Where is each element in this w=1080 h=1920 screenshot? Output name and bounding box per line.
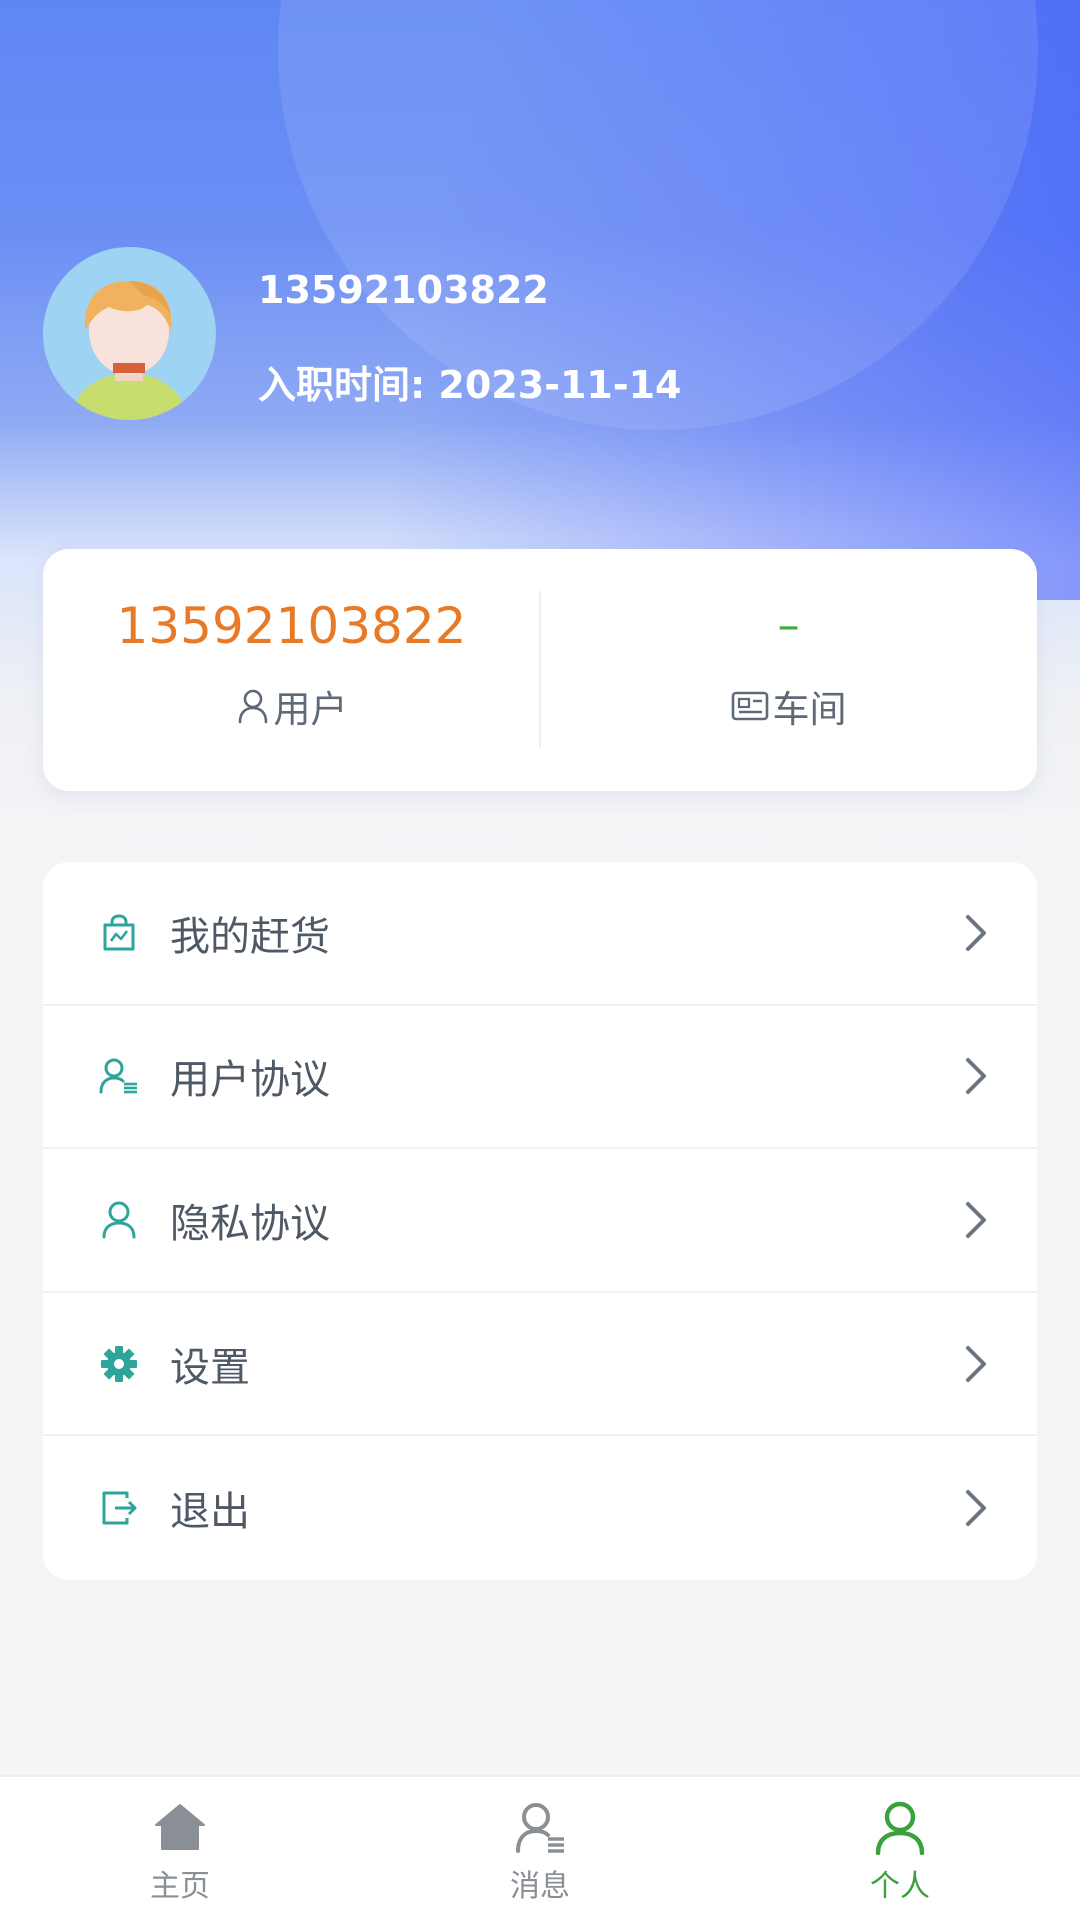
shopping-bag-icon [99, 913, 139, 953]
chevron-right-icon [966, 1345, 986, 1382]
menu-item-label: 退出 [170, 1489, 250, 1536]
person-icon [875, 1801, 925, 1855]
bottom-tab-bar: 主页 消息 个人 [0, 1775, 1080, 1920]
message-user-icon [516, 1803, 564, 1853]
chevron-right-icon [966, 1490, 986, 1527]
menu-item-label: 设置 [170, 1344, 250, 1391]
stat-user-value: 13592103822 [116, 597, 467, 655]
avatar-image [43, 247, 215, 420]
stat-workshop-label: 车间 [772, 688, 847, 731]
join-date: 入职时间: 2023-11-14 [258, 363, 682, 407]
chevron-right-icon [966, 1201, 986, 1238]
id-card-icon [731, 691, 768, 721]
menu-item-label: 我的赶货 [170, 913, 330, 960]
tab-messages[interactable]: 消息 [360, 1777, 720, 1920]
tab-profile[interactable]: 个人 [720, 1777, 1080, 1920]
gear-icon [99, 1344, 139, 1384]
menu-item-settings[interactable]: 设置 [43, 1293, 1037, 1437]
menu-item-label: 隐私协议 [170, 1200, 330, 1247]
tab-label: 个人 [870, 1869, 930, 1904]
menu-item-user-agreement[interactable]: 用户协议 [43, 1006, 1037, 1150]
menu-item-my-rush-orders[interactable]: 我的赶货 [43, 862, 1037, 1006]
tab-label: 消息 [510, 1869, 570, 1904]
tab-home[interactable]: 主页 [0, 1777, 360, 1920]
stat-workshop-value: – [777, 600, 800, 651]
user-icon [99, 1200, 139, 1240]
chevron-right-icon [966, 914, 986, 951]
logout-icon [99, 1488, 139, 1528]
menu-item-logout[interactable]: 退出 [43, 1436, 1037, 1580]
stat-user[interactable]: 13592103822 用户 [43, 549, 540, 791]
avatar[interactable] [43, 247, 216, 420]
tab-label: 主页 [150, 1869, 210, 1904]
menu-item-label: 用户协议 [170, 1057, 330, 1104]
profile-page: 13592103822 入职时间: 2023-11-14 13592103822… [0, 0, 1080, 1920]
stats-card: 13592103822 用户 – 车间 [43, 549, 1037, 791]
profile-name: 13592103822 [258, 268, 549, 312]
user-outline-icon [238, 689, 267, 724]
stat-workshop[interactable]: – 车间 [540, 549, 1037, 791]
menu-list: 我的赶货 用户协议 隐私协议 设置 退出 [43, 862, 1037, 1580]
chevron-right-icon [966, 1058, 986, 1095]
stat-user-label: 用户 [273, 688, 348, 731]
home-icon [155, 1804, 205, 1850]
user-list-icon [99, 1056, 139, 1096]
menu-item-privacy-agreement[interactable]: 隐私协议 [43, 1149, 1037, 1293]
